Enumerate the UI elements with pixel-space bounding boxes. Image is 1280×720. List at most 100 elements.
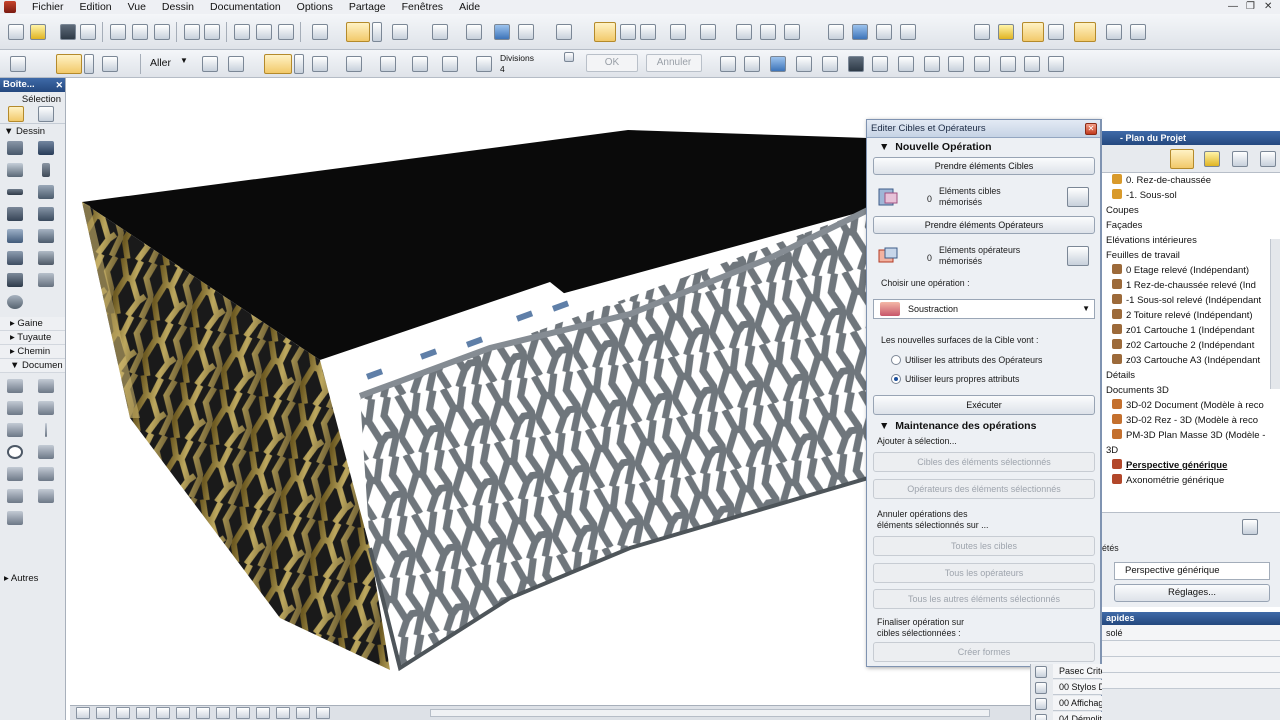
marquee-tool-icon[interactable] <box>38 106 54 122</box>
morph-tool-icon[interactable] <box>974 56 990 72</box>
curtain-wall-tool-icon[interactable] <box>1000 56 1016 72</box>
explore-icon[interactable] <box>900 24 916 40</box>
show-operators-icon[interactable] <box>1067 246 1089 266</box>
orbit-view-icon[interactable] <box>176 707 190 719</box>
stair-tool-icon[interactable] <box>948 56 964 72</box>
close-icon[interactable]: ✕ <box>1085 123 1097 135</box>
lamp-tool-icon[interactable] <box>872 56 888 72</box>
zoom-in-icon[interactable] <box>96 707 110 719</box>
tree-item[interactable]: Documents 3D <box>1102 383 1169 398</box>
view-settings-icon[interactable] <box>196 707 210 719</box>
organizer-icon[interactable] <box>1048 24 1064 40</box>
new-file-icon[interactable] <box>8 24 24 40</box>
camera-tool[interactable] <box>5 509 25 527</box>
select-operators-of-selection-button[interactable]: Opérateurs des éléments sélectionnés <box>873 479 1095 499</box>
section-view-icon[interactable] <box>276 707 290 719</box>
offset-icon[interactable] <box>466 24 482 40</box>
door-tool-icon[interactable] <box>924 56 940 72</box>
worksheet-icon[interactable] <box>760 24 776 40</box>
menu-aide[interactable]: Aide <box>451 0 488 14</box>
slab-tool-icon[interactable] <box>770 56 786 72</box>
menu-vue[interactable]: Vue <box>120 0 154 14</box>
tree-item[interactable]: 0 Etage relevé (Indépendant) <box>1102 263 1249 278</box>
dessin-section-header[interactable]: ▼ Dessin <box>0 123 65 137</box>
column-tool-icon[interactable] <box>744 56 760 72</box>
text-tool[interactable] <box>5 399 25 417</box>
arrow-tool-icon[interactable] <box>8 106 24 122</box>
cursor-snap-icon[interactable] <box>380 56 396 72</box>
settings-button[interactable]: Réglages... <box>1114 584 1270 602</box>
redo-icon[interactable] <box>204 24 220 40</box>
tree-item[interactable]: Façades <box>1102 218 1142 233</box>
layout-book-icon[interactable] <box>1232 151 1248 167</box>
chevron-down-icon[interactable] <box>84 54 94 74</box>
menu-fenetres[interactable]: Fenêtres <box>394 0 451 14</box>
snap-icon[interactable] <box>264 54 292 74</box>
view-name-field[interactable]: Perspective générique <box>1114 562 1270 580</box>
star-icon[interactable] <box>998 24 1014 40</box>
division-icon[interactable] <box>476 56 492 72</box>
view-set-icon[interactable] <box>56 54 82 74</box>
shell-tool-icon[interactable] <box>1024 56 1040 72</box>
mesh-tool-icon[interactable] <box>1048 56 1064 72</box>
detail-icon[interactable] <box>736 24 752 40</box>
hotspot-tool[interactable] <box>36 465 56 483</box>
tree-item[interactable]: 0. Rez-de-chaussée <box>1102 173 1211 188</box>
roof-tool-icon[interactable] <box>796 56 812 72</box>
quick-option-row[interactable] <box>1102 673 1280 689</box>
toolbox-sub-item[interactable]: ▸ Chemin <box>0 345 65 359</box>
tree-item[interactable]: 1 Rez-de-chaussée relevé (Ind <box>1102 278 1256 293</box>
label-tool[interactable] <box>36 399 56 417</box>
tree-item[interactable]: 2 Toiture relevé (Indépendant) <box>1102 308 1253 323</box>
roof-tool[interactable] <box>36 205 56 223</box>
3d-object-icon[interactable] <box>828 24 844 40</box>
new-operation-header[interactable]: ▼ Nouvelle Opération <box>879 141 992 153</box>
ok-button[interactable]: OK <box>586 54 638 72</box>
drawing-tool[interactable] <box>5 487 25 505</box>
beam-tool-icon[interactable] <box>822 56 838 72</box>
elevate-icon[interactable] <box>494 24 510 40</box>
tree-item[interactable]: Axonométrie générique <box>1102 473 1224 488</box>
radio-use-own-attributes[interactable] <box>891 374 901 384</box>
all-other-selected-button[interactable]: Tous les autres éléments sélectionnés <box>873 589 1095 609</box>
tree-item[interactable]: Perspective générique <box>1102 458 1227 473</box>
find-select-icon[interactable] <box>234 24 250 40</box>
tree-item[interactable]: 3D <box>1102 443 1118 458</box>
menu-fichier[interactable]: Fichier <box>24 0 72 14</box>
tree-item[interactable]: Détails <box>1102 368 1135 383</box>
split-icon[interactable] <box>556 24 572 40</box>
quick-option-row[interactable]: 00 Affichage Travail <box>1053 696 1102 711</box>
column-tool[interactable] <box>36 161 56 179</box>
copy-icon[interactable] <box>132 24 148 40</box>
restore-icon[interactable]: ❐ <box>1246 1 1255 13</box>
view-map-icon[interactable] <box>1204 151 1220 167</box>
execute-button[interactable]: Exécuter <box>873 395 1095 415</box>
close-x-icon[interactable] <box>640 24 656 40</box>
drag-icon[interactable] <box>312 24 328 40</box>
cut-icon[interactable] <box>110 24 126 40</box>
resize-icon[interactable] <box>518 24 534 40</box>
operation-select[interactable]: Soustraction ▼ <box>873 299 1095 319</box>
tree-item[interactable]: z01 Cartouche 1 (Indépendant <box>1102 323 1254 338</box>
autres-section[interactable]: ▸ Autres <box>0 571 38 584</box>
object-tool[interactable] <box>5 271 25 289</box>
shell-tool[interactable] <box>5 227 25 245</box>
dimension-icon[interactable] <box>670 24 686 40</box>
zoom-previous-icon[interactable] <box>136 707 150 719</box>
app-icon[interactable] <box>4 1 16 13</box>
layers-icon[interactable] <box>594 22 616 42</box>
minimize-icon[interactable]: — <box>1228 1 1238 13</box>
create-shapes-button[interactable]: Créer formes <box>873 642 1095 662</box>
all-targets-button[interactable]: Toutes les cibles <box>873 536 1095 556</box>
guide-line-icon[interactable] <box>312 56 328 72</box>
tree-item[interactable]: -1 Sous-sol relevé (Indépendant <box>1102 293 1261 308</box>
scale-icon[interactable] <box>102 56 118 72</box>
goto-label[interactable]: Aller <box>150 57 171 69</box>
select-targets-of-selection-button[interactable]: Cibles des éléments sélectionnés <box>873 452 1095 472</box>
get-operators-button[interactable]: Prendre éléments Opérateurs <box>873 216 1095 234</box>
skylight-tool[interactable] <box>36 227 56 245</box>
zoom-icon[interactable] <box>442 56 458 72</box>
chevron-down-icon[interactable] <box>294 54 304 74</box>
curtain-wall-tool[interactable] <box>5 249 25 267</box>
quick-option-row[interactable] <box>1102 641 1280 657</box>
